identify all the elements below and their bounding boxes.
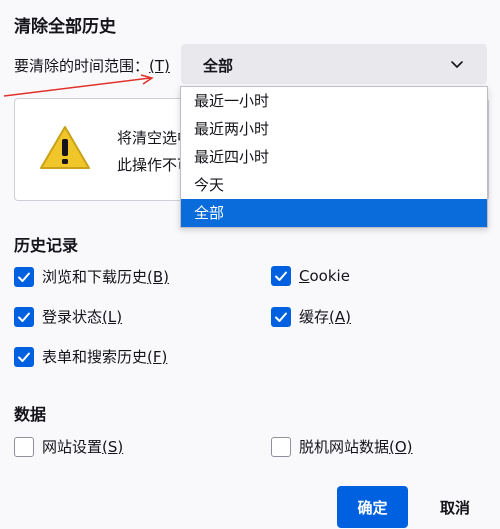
range-option-last-hour[interactable]: 最近一小时 [181,87,487,115]
warning-triangle-icon [40,126,90,169]
checkbox-cache[interactable]: 缓存 (A) [271,306,351,327]
checkbox-unchecked-icon[interactable] [14,436,34,457]
annotation-arrow-icon [3,74,154,97]
checkbox-offline-site-data[interactable]: 脱机网站数据 (O) [271,436,413,457]
confirm-button[interactable]: 确定 [337,486,408,528]
data-section-heading: 数据 [14,405,47,424]
checkbox-browsing-download-history[interactable]: 浏览和下载历史 (B) [14,266,169,287]
checkbox-accesskey: (F) [147,347,168,366]
dialog-title: 清除全部历史 [14,17,116,37]
range-option-last-two-hours[interactable]: 最近两小时 [181,115,487,143]
range-option-last-four-hours[interactable]: 最近四小时 [181,143,487,171]
checkbox-label: 缓存 [299,308,330,326]
checkbox-site-settings[interactable]: 网站设置 (S) [14,436,123,457]
checkbox-accesskey: (A) [329,307,351,326]
range-option-today[interactable]: 今天 [181,171,487,199]
checkbox-checked-icon[interactable] [14,266,34,287]
checkbox-accesskey: (B) [147,267,170,286]
history-section-heading: 历史记录 [14,236,79,255]
checkbox-label: ookie [309,267,350,285]
checkbox-label: 浏览和下载历史 [42,268,148,286]
checkbox-label: 脱机网站数据 [299,438,390,456]
checkbox-checked-icon[interactable] [14,306,34,327]
checkbox-label: 登录状态 [42,308,103,326]
checkbox-accesskey: (O) [389,437,413,456]
checkbox-accesskey: (S) [102,437,124,456]
checkbox-label: 表单和搜索历史 [42,348,148,366]
cancel-button[interactable]: 取消 [424,486,486,528]
checkbox-label: 网站设置 [42,438,103,456]
checkbox-login-status[interactable]: 登录状态 (L) [14,306,122,327]
chevron-down-icon [451,61,463,68]
checkbox-accesskey: (L) [102,307,123,326]
time-range-selected-value: 全部 [203,57,234,75]
checkbox-unchecked-icon[interactable] [271,436,291,457]
checkbox-cookie[interactable]: Cookie [271,266,350,286]
range-option-everything[interactable]: 全部 [181,199,487,227]
checkbox-checked-icon[interactable] [271,306,291,327]
checkbox-accesskey: C [299,267,310,285]
checkbox-form-search-history[interactable]: 表单和搜索历史 (F) [14,346,167,367]
checkbox-checked-icon[interactable] [14,346,34,367]
checkbox-checked-icon[interactable] [271,266,291,286]
time-range-select[interactable]: 全部 [181,44,487,84]
time-range-dropdown: 最近一小时 最近两小时 最近四小时 今天 全部 [180,86,488,228]
